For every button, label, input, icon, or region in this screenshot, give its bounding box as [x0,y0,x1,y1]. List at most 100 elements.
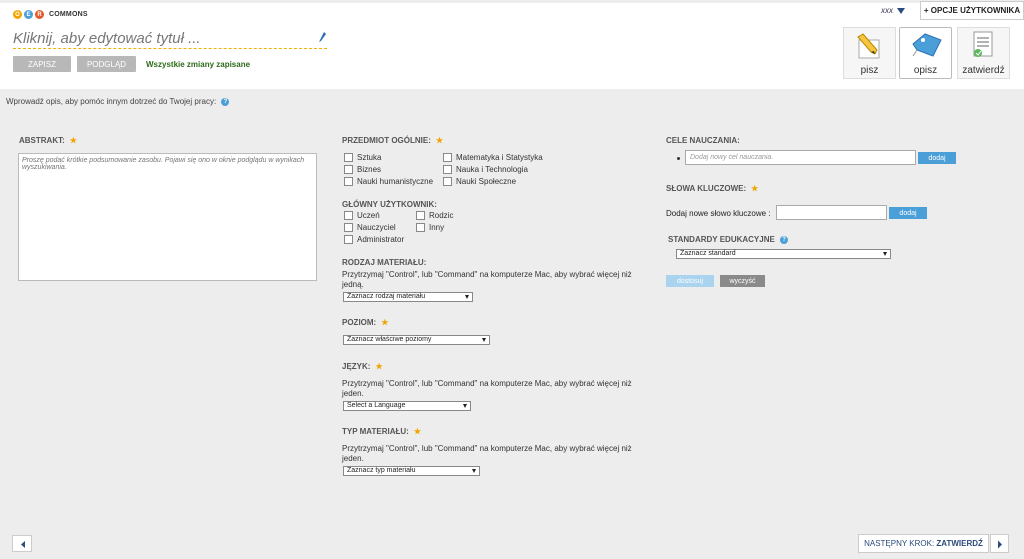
checkbox-sztuka[interactable]: Sztuka [344,153,381,162]
checkbox-uczen[interactable]: Uczeń [344,211,380,220]
title-editor[interactable]: Kliknij, aby edytować tytuł ... [13,28,327,49]
keywords-heading: SŁOWA KLUCZOWE: ★ [666,184,758,193]
save-button[interactable]: ZAPISZ [13,56,71,72]
chevron-right-icon [998,540,1002,549]
checkbox-biznes[interactable]: Biznes [344,165,381,174]
level-heading: POZIOM: ★ [342,318,388,327]
dropdown-arrow-icon [472,469,476,473]
checkbox-nauczyciel[interactable]: Nauczyciel [344,223,396,232]
subject-label: PRZEDMIOT OGÓLNIE: [342,136,431,145]
apply-standard-button[interactable]: dostosuj [666,275,714,287]
step-write-label: pisz [860,65,879,76]
edit-pencil-icon[interactable] [319,32,327,43]
checkbox-box[interactable] [443,165,452,174]
logo-letter-e: E [24,10,33,19]
goal-input[interactable]: Dodaj nowy cel nauczania. [685,150,916,165]
clear-standard-button[interactable]: wyczyść [720,275,765,287]
pencil-icon [857,33,880,59]
select-value: Select a Language [347,402,406,409]
required-star-icon: ★ [375,362,383,371]
checkbox-rodzic[interactable]: Rodzic [416,211,453,220]
language-select[interactable]: Select a Language [343,401,471,411]
level-select[interactable]: Zaznacz właściwe poziomy [343,335,490,345]
step-confirm-label: zatwierdź [962,65,1005,76]
back-button[interactable] [12,535,32,552]
step-confirm[interactable]: zatwierdź [957,27,1010,79]
step-write[interactable]: pisz [843,27,896,79]
user-menu-arrow-icon[interactable] [897,8,905,14]
select-value: Zaznacz rodzaj materiału [347,293,426,300]
checkbox-box[interactable] [344,177,353,186]
material-kind-hint: Przytrzymaj "Control", lub "Command" na … [342,270,632,289]
checkbox-box[interactable] [344,211,353,220]
material-kind-label: RODZAJ MATERIAŁU: [342,258,427,267]
dropdown-arrow-icon [463,404,467,408]
subtitle-text: Wprowadź opis, aby pomóc innym dotrzeć d… [6,97,217,106]
abstract-textarea[interactable] [18,153,317,281]
material-kind-select[interactable]: Zaznacz rodzaj materiału [343,292,473,302]
standards-label: STANDARDY EDUKACYJNE [668,235,775,244]
checkbox-label: Uczeń [357,211,380,220]
next-step-prefix: NASTĘPNY KROK: [864,539,935,548]
checkbox-box[interactable] [416,223,425,232]
select-value: Zaznacz właściwe poziomy [347,336,432,343]
checkbox-box[interactable] [416,211,425,220]
checkbox-nauka-technologia[interactable]: Nauka i Technologia [443,165,528,174]
checkbox-box[interactable] [344,223,353,232]
material-type-select[interactable]: Zaznacz typ materiału [343,466,480,476]
logo-word: COMMONS [49,11,88,18]
page-subtitle: Wprowadź opis, aby pomóc innym dotrzeć d… [6,97,230,106]
oer-commons-logo[interactable]: O E R COMMONS [13,10,88,19]
keyword-input[interactable] [776,205,887,220]
dropdown-arrow-icon [883,252,887,256]
checkbox-inny[interactable]: Inny [416,223,444,232]
tag-icon [912,33,942,57]
checkbox-label: Rodzic [429,211,454,220]
title-placeholder[interactable]: Kliknij, aby edytować tytuł ... [13,30,201,47]
next-step-button[interactable]: NASTĘPNY KROK: ZATWIERDŹ [858,534,989,553]
keyword-input-label: Dodaj nowe słowo kluczowe : [666,209,771,218]
goals-label: CELE NAUCZANIA: [666,136,740,145]
checkbox-box[interactable] [344,153,353,162]
keywords-label: SŁOWA KLUCZOWE: [666,184,747,193]
step-describe[interactable]: opisz [899,27,952,79]
standards-select[interactable]: Zaznacz standard [676,249,891,259]
user-name[interactable]: xxx [881,6,893,15]
checkbox-box[interactable] [443,153,452,162]
checkbox-label: Matematyka i Statystyka [456,153,543,162]
audience-heading: GŁÓWNY UŻYTKOWNIK: [342,200,437,209]
chevron-left-icon [21,541,25,548]
select-value: Zaznacz standard [680,250,736,257]
checkbox-box[interactable] [344,165,353,174]
checkbox-box[interactable] [443,177,452,186]
checkbox-label: Nauczyciel [357,223,396,232]
next-arrow-button[interactable] [990,534,1009,553]
language-label: JĘZYK: [342,362,371,371]
help-icon[interactable]: ? [780,235,789,244]
logo-letter-r: R [35,10,44,19]
language-hint: Przytrzymaj "Control", lub "Command" na … [342,379,632,398]
save-status: Wszystkie zmiany zapisane [146,60,251,69]
logo-letter-o: O [13,10,22,19]
checklist-icon [973,31,993,57]
add-keyword-button[interactable]: dodaj [889,207,927,219]
required-star-icon: ★ [751,184,759,193]
checkbox-label: Nauka i Technologia [456,165,528,174]
checkbox-administrator[interactable]: Administrator [344,235,404,244]
audience-label: GŁÓWNY UŻYTKOWNIK: [342,200,437,209]
checkbox-nauki-spoleczne[interactable]: Nauki Społeczne [443,177,516,186]
subject-heading: PRZEDMIOT OGÓLNIE: ★ [342,136,443,145]
help-icon[interactable]: ? [221,97,230,106]
checkbox-label: Administrator [357,235,405,244]
checkbox-matematyka[interactable]: Matematyka i Statystyka [443,153,543,162]
checkbox-box[interactable] [344,235,353,244]
top-strip [0,0,1024,3]
bullet-icon [677,157,680,160]
user-options-button[interactable]: + OPCJE UŻYTKOWNIKA [920,1,1024,20]
material-type-label: TYP MATERIAŁU: [342,427,409,436]
language-heading: JĘZYK: ★ [342,362,383,371]
add-goal-button[interactable]: dodaj [918,152,956,164]
checkbox-nauki-humanistyczne[interactable]: Nauki humanistyczne [344,177,433,186]
preview-button[interactable]: PODGLĄD [77,56,136,72]
checkbox-label: Sztuka [357,153,382,162]
